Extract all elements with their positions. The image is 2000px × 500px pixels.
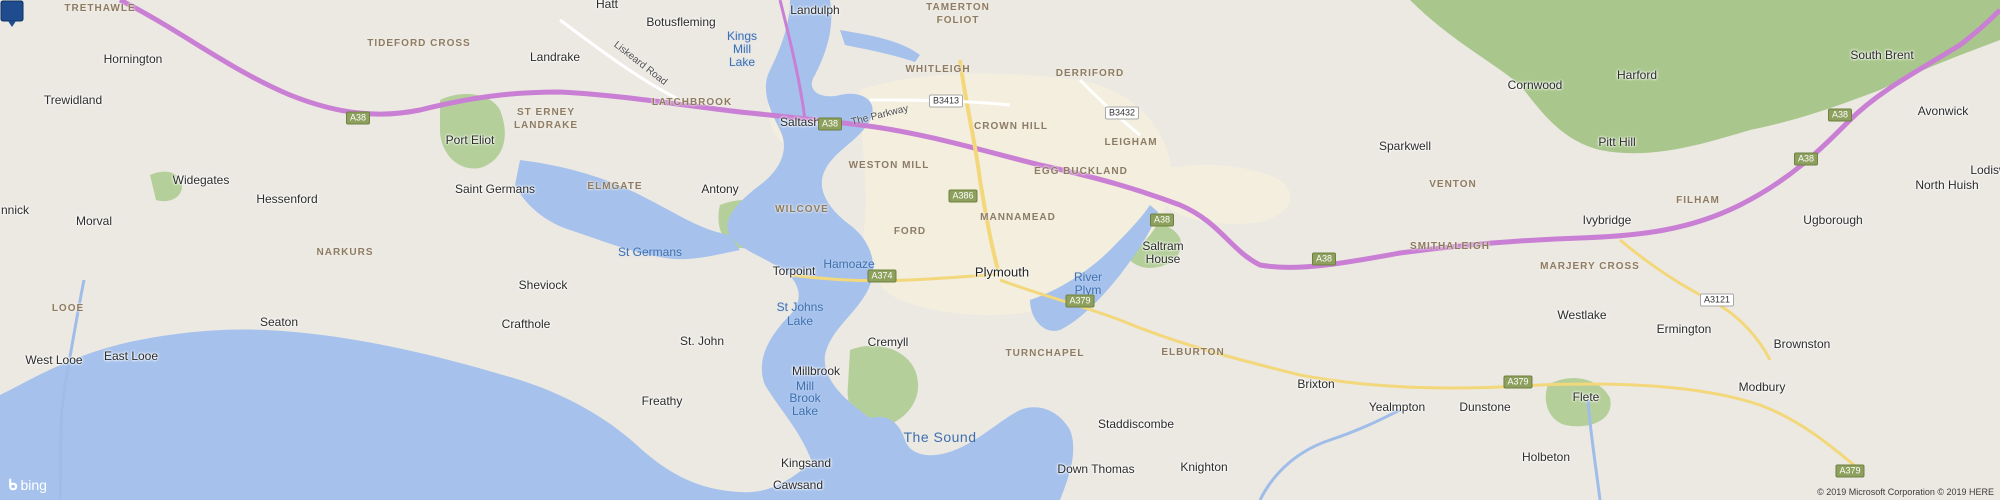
map-pin-icon[interactable] (0, 0, 24, 28)
map-canvas[interactable]: Trethawle Hatt Botusfleming Landulph Kings Mi… (0, 0, 2000, 500)
bing-logo-text: bing (20, 477, 47, 493)
map-base-layer (0, 0, 2000, 500)
copyright-text: © 2019 Microsoft Corporation © 2019 HERE (1817, 487, 1994, 497)
bing-logo-icon: ᑲ (8, 477, 18, 494)
bing-logo: ᑲ bing (8, 476, 47, 494)
